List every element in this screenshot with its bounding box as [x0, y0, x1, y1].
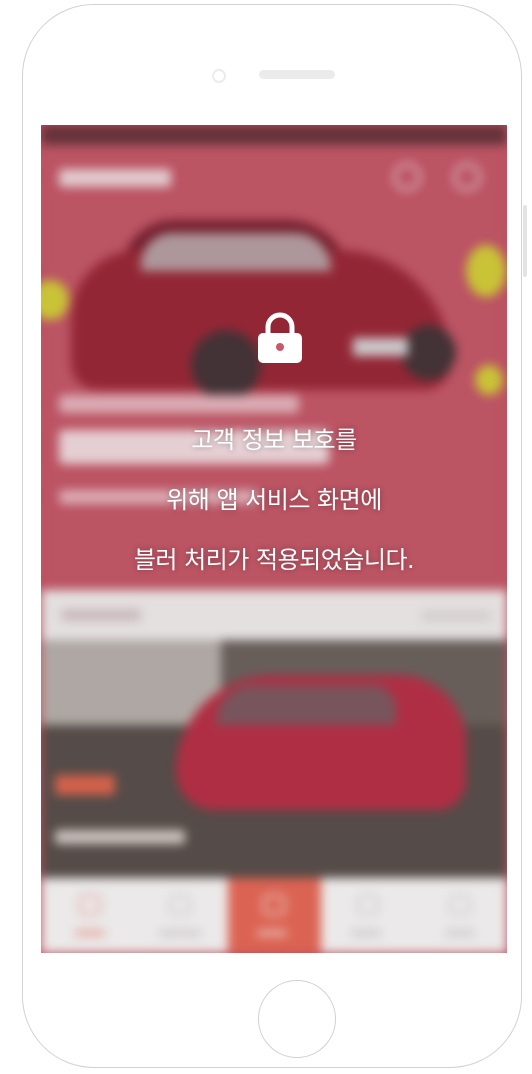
front-sensor [212, 69, 226, 83]
lock-icon [258, 312, 302, 363]
privacy-notice-line-3: 블러 처리가 적용되었습니다. [133, 546, 415, 574]
blur-overlay [41, 125, 507, 953]
app-screen: 고객 정보 보호를 위해 앱 서비스 화면에 블러 처리가 적용되었습니다. [41, 125, 507, 953]
privacy-notice-line-2: 위해 앱 서비스 화면에 [166, 486, 382, 514]
earpiece-speaker [259, 70, 335, 79]
privacy-notice-line-1: 고객 정보 보호를 [191, 426, 357, 454]
home-button[interactable] [258, 980, 336, 1058]
side-button [523, 205, 527, 277]
